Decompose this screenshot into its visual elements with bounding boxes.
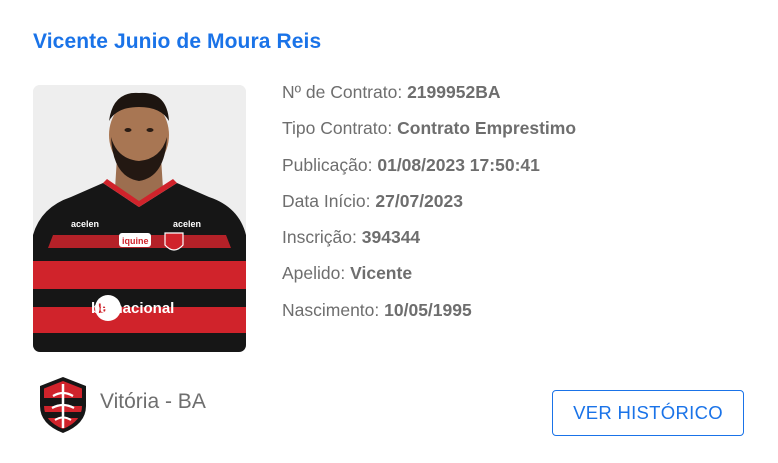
player-card: Vicente Junio de Moura Reis b betnaciona… — [0, 0, 778, 463]
detail-label: Data Início: — [282, 190, 371, 211]
detail-registration: Inscrição: 394344 — [282, 223, 576, 259]
detail-publication: Publicação: 01/08/2023 17:50:41 — [282, 151, 576, 187]
detail-start-date: Data Início: 27/07/2023 — [282, 187, 576, 223]
detail-birth-date: Nascimento: 10/05/1995 — [282, 296, 576, 332]
jersey-sponsor-main: betnacional — [91, 300, 174, 317]
detail-label: Tipo Contrato: — [282, 118, 393, 139]
club-crest-icon — [40, 377, 86, 433]
detail-value: Vicente — [350, 263, 413, 284]
club-name: Vitória - BA — [100, 390, 206, 413]
detail-value: 27/07/2023 — [375, 190, 463, 211]
detail-label: Apelido: — [282, 263, 346, 284]
player-name[interactable]: Vicente Junio de Moura Reis — [33, 30, 321, 54]
detail-nickname: Apelido: Vicente — [282, 259, 576, 295]
detail-contract-type: Tipo Contrato: Contrato Emprestimo — [282, 114, 576, 150]
player-photo: b betnacional acelen acelen iquine — [33, 85, 246, 352]
jersey-sponsor-left: acelen — [71, 219, 99, 229]
detail-label: Inscrição: — [282, 227, 357, 248]
detail-value: 2199952BA — [407, 82, 501, 102]
detail-value: 01/08/2023 17:50:41 — [377, 154, 540, 175]
detail-value: 394344 — [361, 227, 421, 248]
detail-value: Contrato Emprestimo — [397, 118, 577, 139]
detail-label: Nascimento: — [282, 299, 380, 320]
jersey-sponsor-center: iquine — [122, 236, 149, 246]
contract-details: Nº de Contrato: 2199952BA Tipo Contrato:… — [282, 78, 576, 332]
jersey-sponsor-right: acelen — [173, 219, 201, 229]
view-history-button[interactable]: VER HISTÓRICO — [552, 390, 744, 436]
detail-value: 10/05/1995 — [384, 299, 472, 320]
detail-label: Nº de Contrato: — [282, 82, 403, 102]
detail-contract-number: Nº de Contrato: 2199952BA — [282, 78, 576, 114]
club-info: Vitória - BA — [38, 376, 206, 434]
detail-label: Publicação: — [282, 154, 373, 175]
